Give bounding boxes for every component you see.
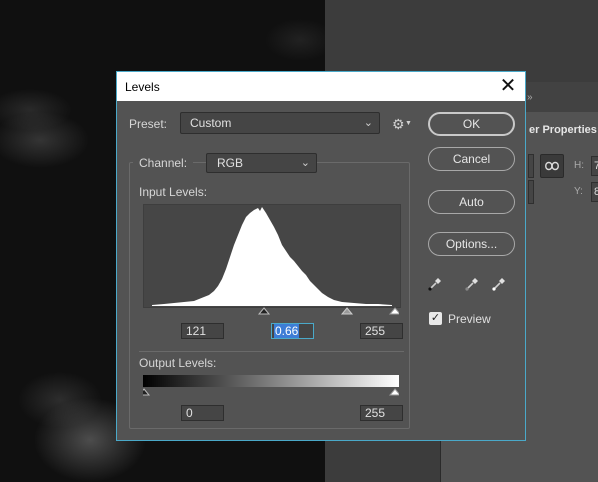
chevron-down-icon: ⌄ (300, 157, 310, 169)
black-point-slider (257, 307, 271, 315)
output-black-field[interactable]: 0 (181, 405, 224, 421)
preset-label: Preset: (129, 117, 168, 131)
height-label: H: (574, 160, 584, 171)
output-levels-sliders[interactable] (143, 387, 399, 399)
gear-menu-arrow-icon[interactable]: ▼ (405, 120, 412, 127)
output-levels-label: Output Levels: (139, 356, 217, 370)
group-divider (139, 351, 404, 352)
white-point-eyedropper-icon[interactable] (490, 275, 508, 293)
channel-label: Channel: (133, 155, 194, 171)
white-point-slider (388, 307, 399, 315)
gamma-slider (340, 307, 354, 315)
output-white-slider (388, 388, 399, 396)
input-levels-label: Input Levels: (139, 185, 208, 199)
cancel-button[interactable]: Cancel (428, 147, 515, 171)
preset-dropdown[interactable]: Custom ⌄ (180, 112, 380, 134)
preset-value: Custom (190, 116, 232, 130)
y-field[interactable]: 8 (591, 182, 598, 202)
levels-dialog: Levels ✕ Preset: Custom ⌄ ⚙ ▼ Channel: R… (116, 71, 526, 441)
y-label: Y: (574, 186, 583, 197)
channel-value: RGB (217, 156, 244, 170)
gear-icon[interactable]: ⚙ (392, 116, 405, 133)
preview-checkbox[interactable]: ✓ (429, 312, 442, 325)
input-levels-sliders[interactable] (143, 306, 399, 318)
gray-point-eyedropper-icon[interactable] (463, 275, 481, 293)
link-icon[interactable] (540, 154, 564, 178)
x-field[interactable] (528, 180, 534, 204)
output-black-slider (143, 388, 151, 396)
close-icon[interactable]: ✕ (491, 72, 525, 101)
chevron-down-icon: ⌄ (363, 117, 373, 129)
histogram (143, 204, 401, 308)
output-levels-gradient (143, 375, 399, 387)
dialog-title: Levels (125, 80, 160, 94)
output-white-field[interactable]: 255 (360, 405, 403, 421)
dialog-titlebar[interactable]: Levels ✕ (117, 72, 525, 101)
panel-collapse-icon[interactable]: » (527, 92, 533, 103)
input-gamma-value: 0.66 (274, 324, 300, 338)
options-button[interactable]: Options... (428, 232, 515, 256)
auto-button[interactable]: Auto (428, 190, 515, 214)
input-gamma-field[interactable]: 0.66 (271, 323, 314, 339)
width-field[interactable] (528, 154, 534, 178)
input-black-field[interactable]: 121 (181, 323, 224, 339)
ok-button[interactable]: OK (428, 112, 515, 136)
height-field[interactable]: 7 (591, 156, 598, 176)
histogram-shape (152, 207, 392, 306)
black-point-eyedropper-icon[interactable] (426, 275, 444, 293)
properties-panel-title: er Properties (529, 124, 597, 136)
channel-dropdown[interactable]: RGB ⌄ (206, 153, 317, 173)
input-white-field[interactable]: 255 (360, 323, 403, 339)
preview-label[interactable]: Preview (448, 312, 491, 326)
